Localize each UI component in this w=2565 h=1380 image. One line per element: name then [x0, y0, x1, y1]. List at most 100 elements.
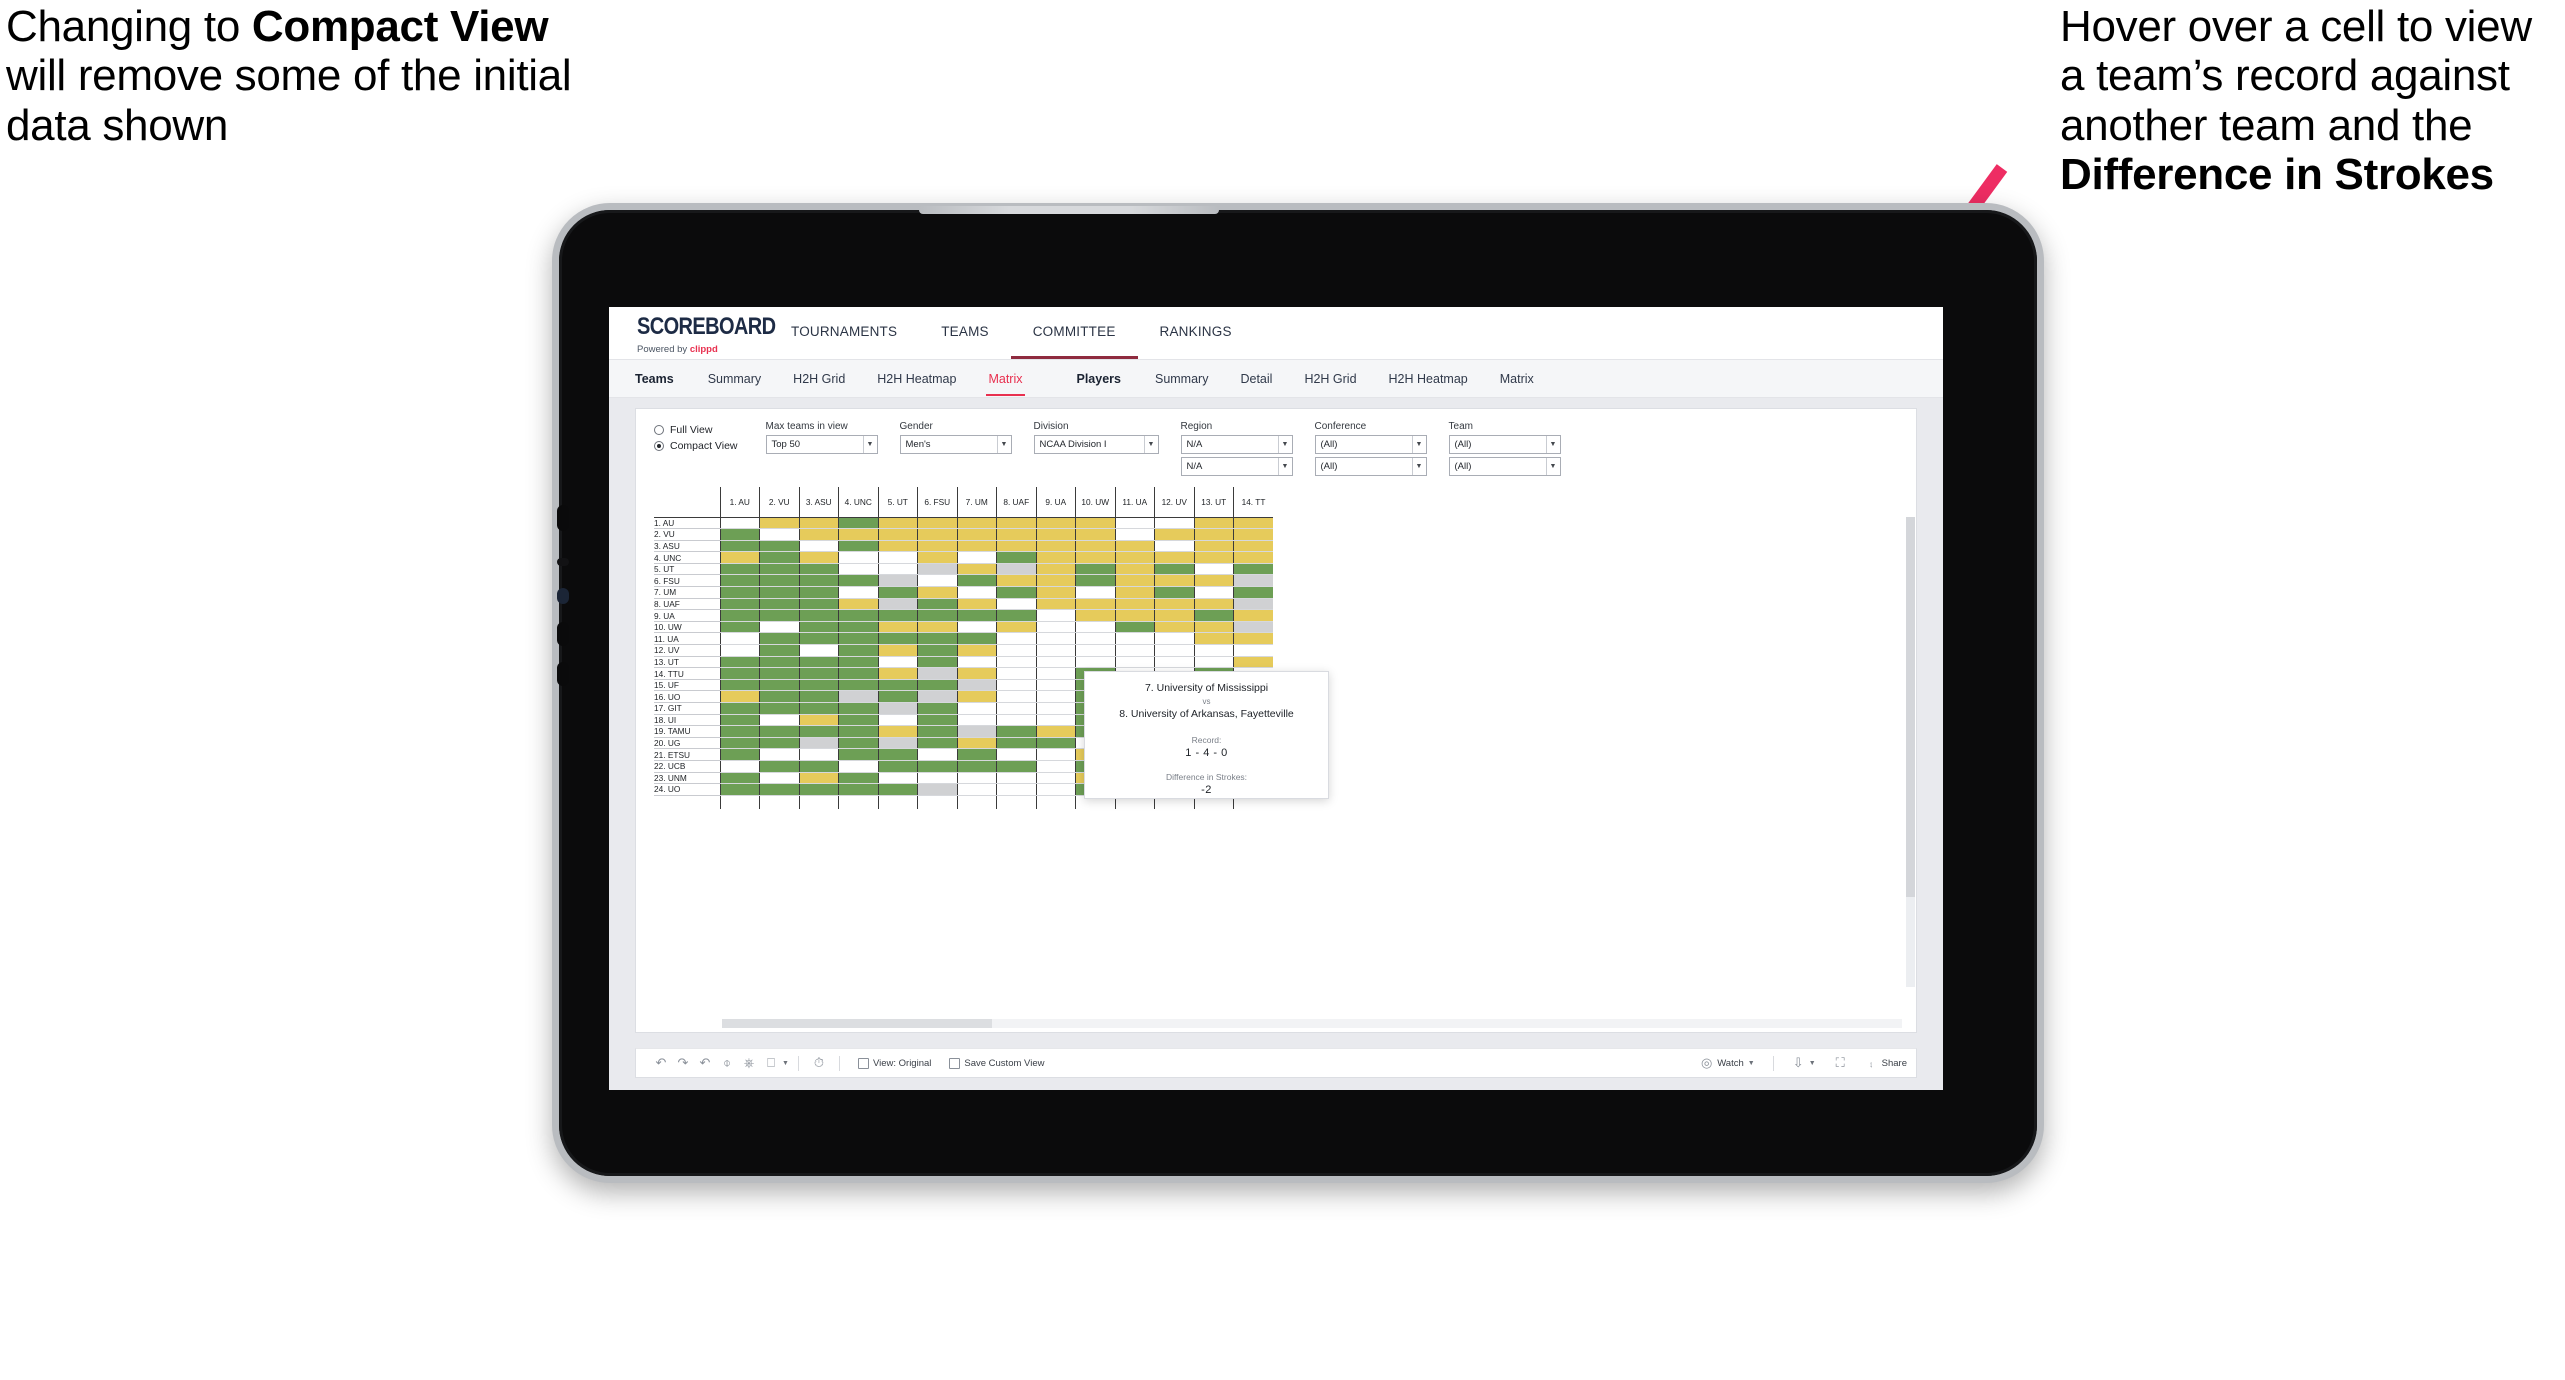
matrix-cell[interactable]	[956, 621, 997, 634]
matrix-cell[interactable]	[719, 783, 760, 796]
download-button[interactable]: ⇩ ▼	[1783, 1053, 1825, 1073]
matrix-cell[interactable]	[1233, 621, 1273, 634]
filter-region-select-2[interactable]: N/A ▼	[1180, 457, 1293, 476]
matrix-cell[interactable]	[838, 644, 878, 657]
matrix-cell[interactable]	[1114, 517, 1155, 530]
matrix-cell[interactable]	[838, 679, 878, 692]
matrix-cell[interactable]	[877, 690, 918, 703]
subnav-item-players-h2h-grid[interactable]: H2H Grid	[1288, 372, 1372, 386]
matrix-cell[interactable]	[1154, 551, 1194, 564]
matrix-cell[interactable]	[877, 517, 918, 530]
matrix-cell[interactable]	[1114, 621, 1155, 634]
matrix-cell[interactable]	[838, 517, 878, 530]
matrix-cell[interactable]	[1035, 690, 1076, 703]
matrix-cell[interactable]	[996, 632, 1036, 646]
matrix-row-header[interactable]: 12. UV	[654, 644, 720, 657]
matrix-cell[interactable]	[1233, 632, 1273, 646]
matrix-cell[interactable]	[1035, 586, 1076, 599]
matrix-cell[interactable]	[719, 760, 760, 773]
radio-compact-view[interactable]: Compact View	[654, 440, 738, 452]
matrix-cell[interactable]	[1114, 632, 1155, 646]
matrix-column-header[interactable]: 9. UA	[1035, 487, 1076, 518]
matrix-cell[interactable]	[996, 748, 1036, 761]
matrix-cell[interactable]	[719, 517, 760, 530]
matrix-cell[interactable]	[719, 574, 760, 588]
matrix-cell[interactable]	[759, 667, 799, 680]
matrix-cell[interactable]	[1114, 586, 1155, 599]
matrix-cell[interactable]	[1035, 517, 1076, 530]
subnav-item-teams-matrix[interactable]: Matrix	[972, 372, 1038, 396]
matrix-cell[interactable]	[996, 551, 1036, 564]
matrix-cell[interactable]	[917, 760, 957, 773]
matrix-column-header[interactable]: 7. UM	[956, 487, 997, 518]
matrix-cell[interactable]	[917, 772, 957, 785]
matrix-cell[interactable]	[838, 598, 878, 611]
matrix-cell[interactable]	[1035, 574, 1076, 588]
matrix-cell[interactable]	[996, 679, 1036, 692]
matrix-cell[interactable]	[917, 574, 957, 588]
matrix-cell[interactable]	[996, 656, 1036, 669]
matrix-cell[interactable]	[956, 644, 997, 657]
matrix-cell[interactable]	[838, 574, 878, 588]
matrix-cell[interactable]	[1233, 551, 1273, 564]
matrix-column-header[interactable]: 6. FSU	[917, 487, 957, 518]
matrix-cell[interactable]	[917, 632, 957, 646]
matrix-row-header[interactable]: 19. TAMU	[654, 725, 720, 738]
share-button[interactable]: ⨾ Share	[1856, 1053, 1916, 1073]
matrix-cell[interactable]	[759, 586, 799, 599]
matrix-horizontal-scrollbar[interactable]	[722, 1019, 1902, 1028]
matrix-cell[interactable]	[719, 598, 760, 611]
matrix-cell[interactable]	[996, 714, 1036, 727]
matrix-cell[interactable]	[838, 714, 878, 727]
view-original-button[interactable]: View: Original	[849, 1057, 940, 1069]
matrix-cell[interactable]	[1233, 609, 1273, 622]
matrix-cell[interactable]	[759, 563, 799, 576]
matrix-cell[interactable]	[719, 690, 760, 703]
matrix-cell[interactable]	[1154, 528, 1194, 541]
matrix-cell[interactable]	[719, 679, 760, 692]
matrix-cell[interactable]	[798, 656, 839, 669]
matrix-cell[interactable]	[917, 563, 957, 576]
matrix-cell[interactable]	[1193, 609, 1234, 622]
matrix-cell[interactable]	[838, 551, 878, 564]
matrix-cell[interactable]	[719, 551, 760, 564]
matrix-cell[interactable]	[917, 667, 957, 680]
matrix-cell[interactable]	[719, 772, 760, 785]
matrix-cell[interactable]	[1154, 586, 1194, 599]
matrix-cell[interactable]	[1035, 598, 1076, 611]
matrix-cell[interactable]	[1193, 540, 1234, 553]
matrix-cell[interactable]	[1035, 737, 1076, 750]
matrix-cell[interactable]	[719, 621, 760, 634]
matrix-cell[interactable]	[917, 644, 957, 657]
matrix-cell[interactable]	[996, 772, 1036, 785]
subnav-item-players-summary[interactable]: Summary	[1139, 372, 1224, 386]
matrix-cell[interactable]	[759, 748, 799, 761]
matrix-cell[interactable]	[798, 563, 839, 576]
matrix-cell[interactable]	[1154, 656, 1194, 669]
matrix-cell[interactable]	[798, 783, 839, 796]
matrix-row-header[interactable]: 21. ETSU	[654, 748, 720, 761]
matrix-cell[interactable]	[1075, 644, 1115, 657]
matrix-cell[interactable]	[798, 609, 839, 622]
matrix-cell[interactable]	[956, 656, 997, 669]
matrix-row-header[interactable]: 23. UNM	[654, 772, 720, 785]
subnav-item-players-h2h-heatmap[interactable]: H2H Heatmap	[1373, 372, 1484, 386]
matrix-cell[interactable]	[759, 574, 799, 588]
matrix-cell[interactable]	[996, 667, 1036, 680]
matrix-cell[interactable]	[956, 760, 997, 773]
matrix-cell[interactable]	[996, 586, 1036, 599]
filter-conference-select-1[interactable]: (All) ▼	[1314, 435, 1427, 454]
matrix-cell[interactable]	[798, 714, 839, 727]
matrix-row-header[interactable]: 9. UA	[654, 609, 720, 622]
matrix-cell[interactable]	[917, 586, 957, 599]
matrix-cell[interactable]	[917, 551, 957, 564]
matrix-row-header[interactable]: 6. FSU	[654, 574, 720, 588]
matrix-cell[interactable]	[838, 609, 878, 622]
matrix-column-header[interactable]: 13. UT	[1193, 487, 1234, 518]
matrix-cell[interactable]	[877, 783, 918, 796]
matrix-cell[interactable]	[917, 621, 957, 634]
matrix-cell[interactable]	[1233, 656, 1273, 669]
matrix-cell[interactable]	[798, 760, 839, 773]
pause-icon[interactable]: ⎈	[738, 1053, 760, 1073]
matrix-cell[interactable]	[759, 783, 799, 796]
